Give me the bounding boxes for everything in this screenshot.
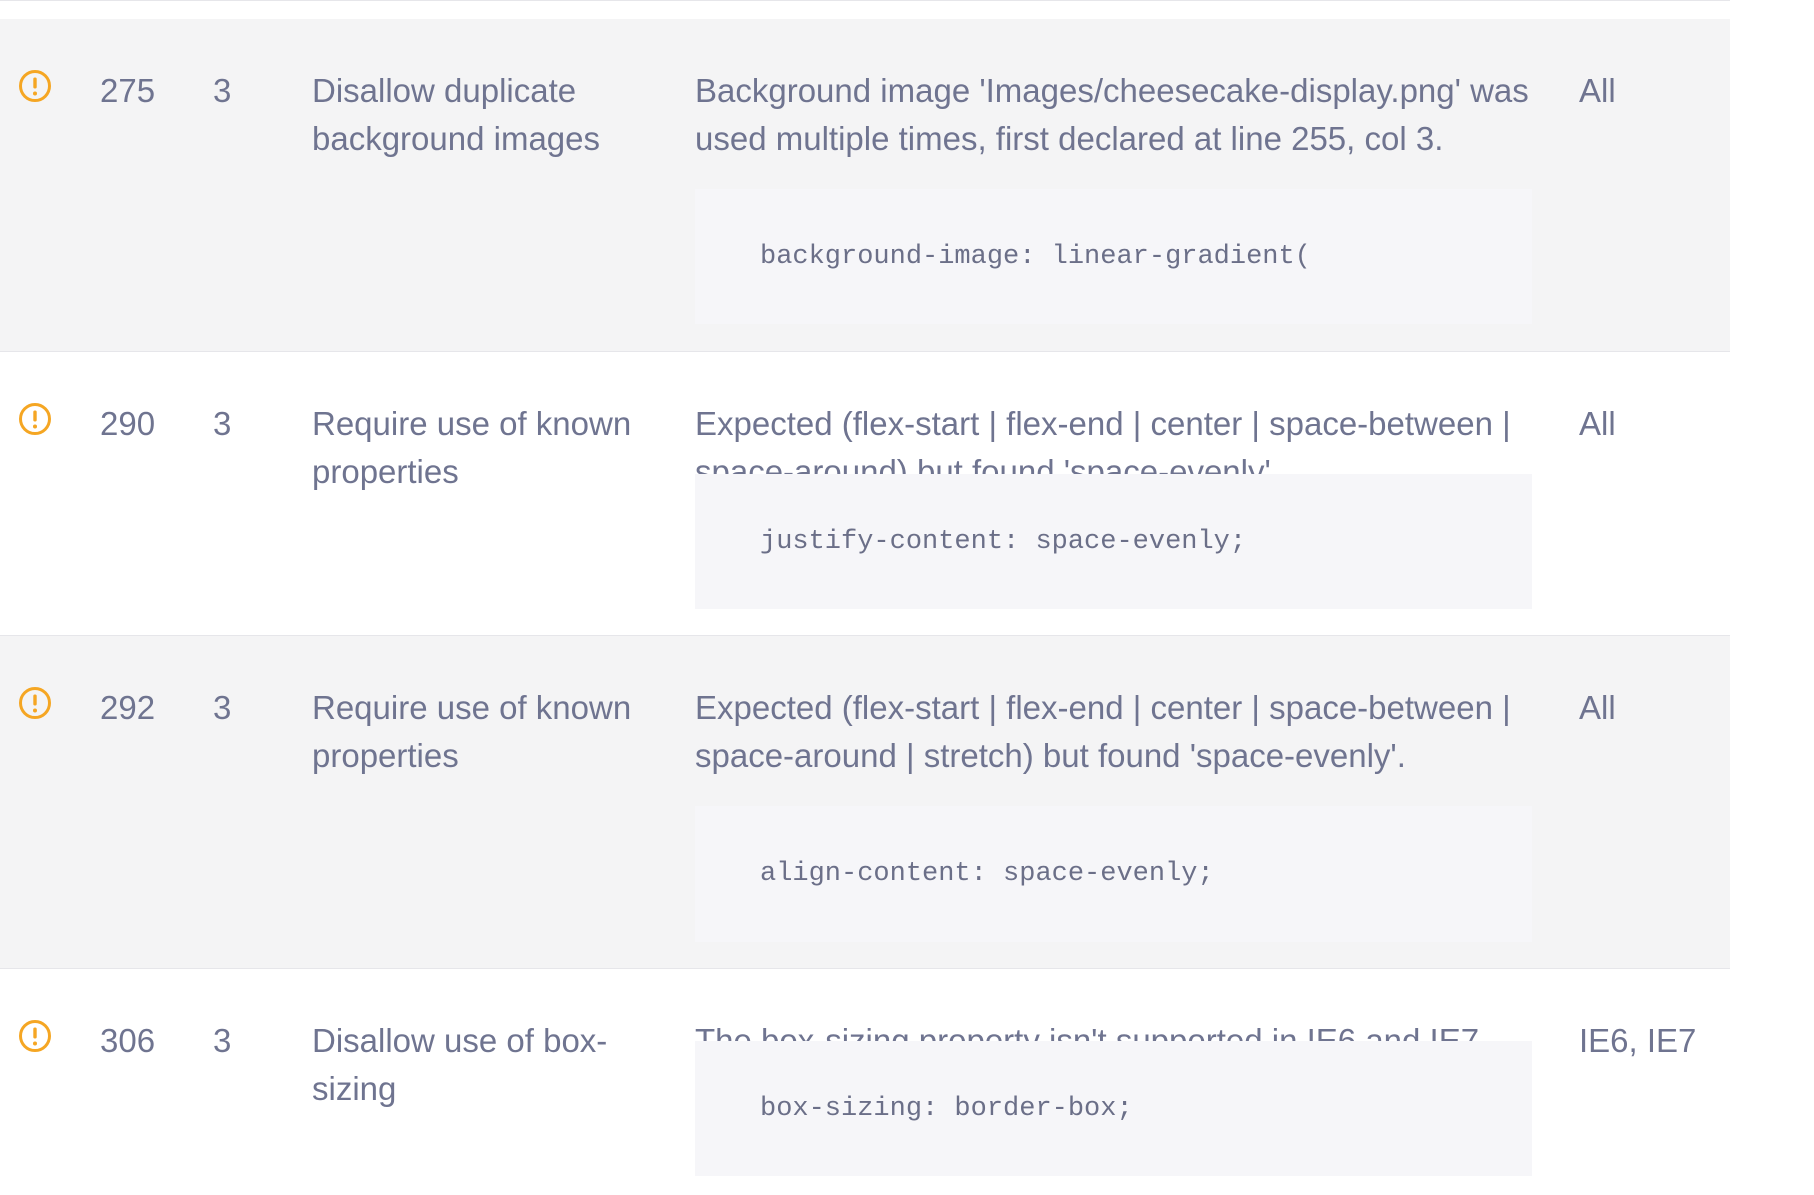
code-snippet: justify-content: space-evenly; xyxy=(695,474,1532,609)
rule-name: Require use of known properties xyxy=(312,689,632,774)
warning-icon xyxy=(18,69,54,105)
line-number: 292 xyxy=(100,689,156,726)
message-text: Expected (flex-start | flex-end | center… xyxy=(695,689,1511,774)
warning-icon xyxy=(18,1019,54,1055)
column-number: 3 xyxy=(213,689,232,726)
table-row: 275 3 Disallow duplicate background imag… xyxy=(0,19,1730,352)
column-number: 3 xyxy=(213,405,232,442)
browsers: IE6, IE7 xyxy=(1579,1022,1697,1059)
rule-name: Disallow duplicate background images xyxy=(312,72,601,157)
rule-name: Disallow use of box-sizing xyxy=(312,1022,608,1107)
code-snippet: background-image: linear-gradient( xyxy=(695,189,1532,324)
browsers: All xyxy=(1579,405,1616,442)
code-snippet: align-content: space-evenly; xyxy=(695,806,1532,942)
browsers: All xyxy=(1579,72,1616,109)
lint-results-table: 275 3 Disallow duplicate background imag… xyxy=(0,0,1730,1195)
table-row: 292 3 Require use of known properties Ex… xyxy=(0,636,1730,969)
rule-name: Require use of known properties xyxy=(312,405,632,490)
warning-icon xyxy=(18,402,54,438)
table-row: 306 3 Disallow use of box-sizing The box… xyxy=(0,969,1730,1195)
table-row: 290 3 Require use of known properties Ex… xyxy=(0,352,1730,636)
warning-icon xyxy=(18,686,54,722)
message-text: Background image 'Images/cheesecake-disp… xyxy=(695,72,1529,157)
column-number: 3 xyxy=(213,72,232,109)
browsers: All xyxy=(1579,689,1616,726)
code-snippet: box-sizing: border-box; xyxy=(695,1041,1532,1176)
line-number: 290 xyxy=(100,405,156,442)
column-number: 3 xyxy=(213,1022,232,1059)
line-number: 275 xyxy=(100,72,156,109)
line-number: 306 xyxy=(100,1022,156,1059)
